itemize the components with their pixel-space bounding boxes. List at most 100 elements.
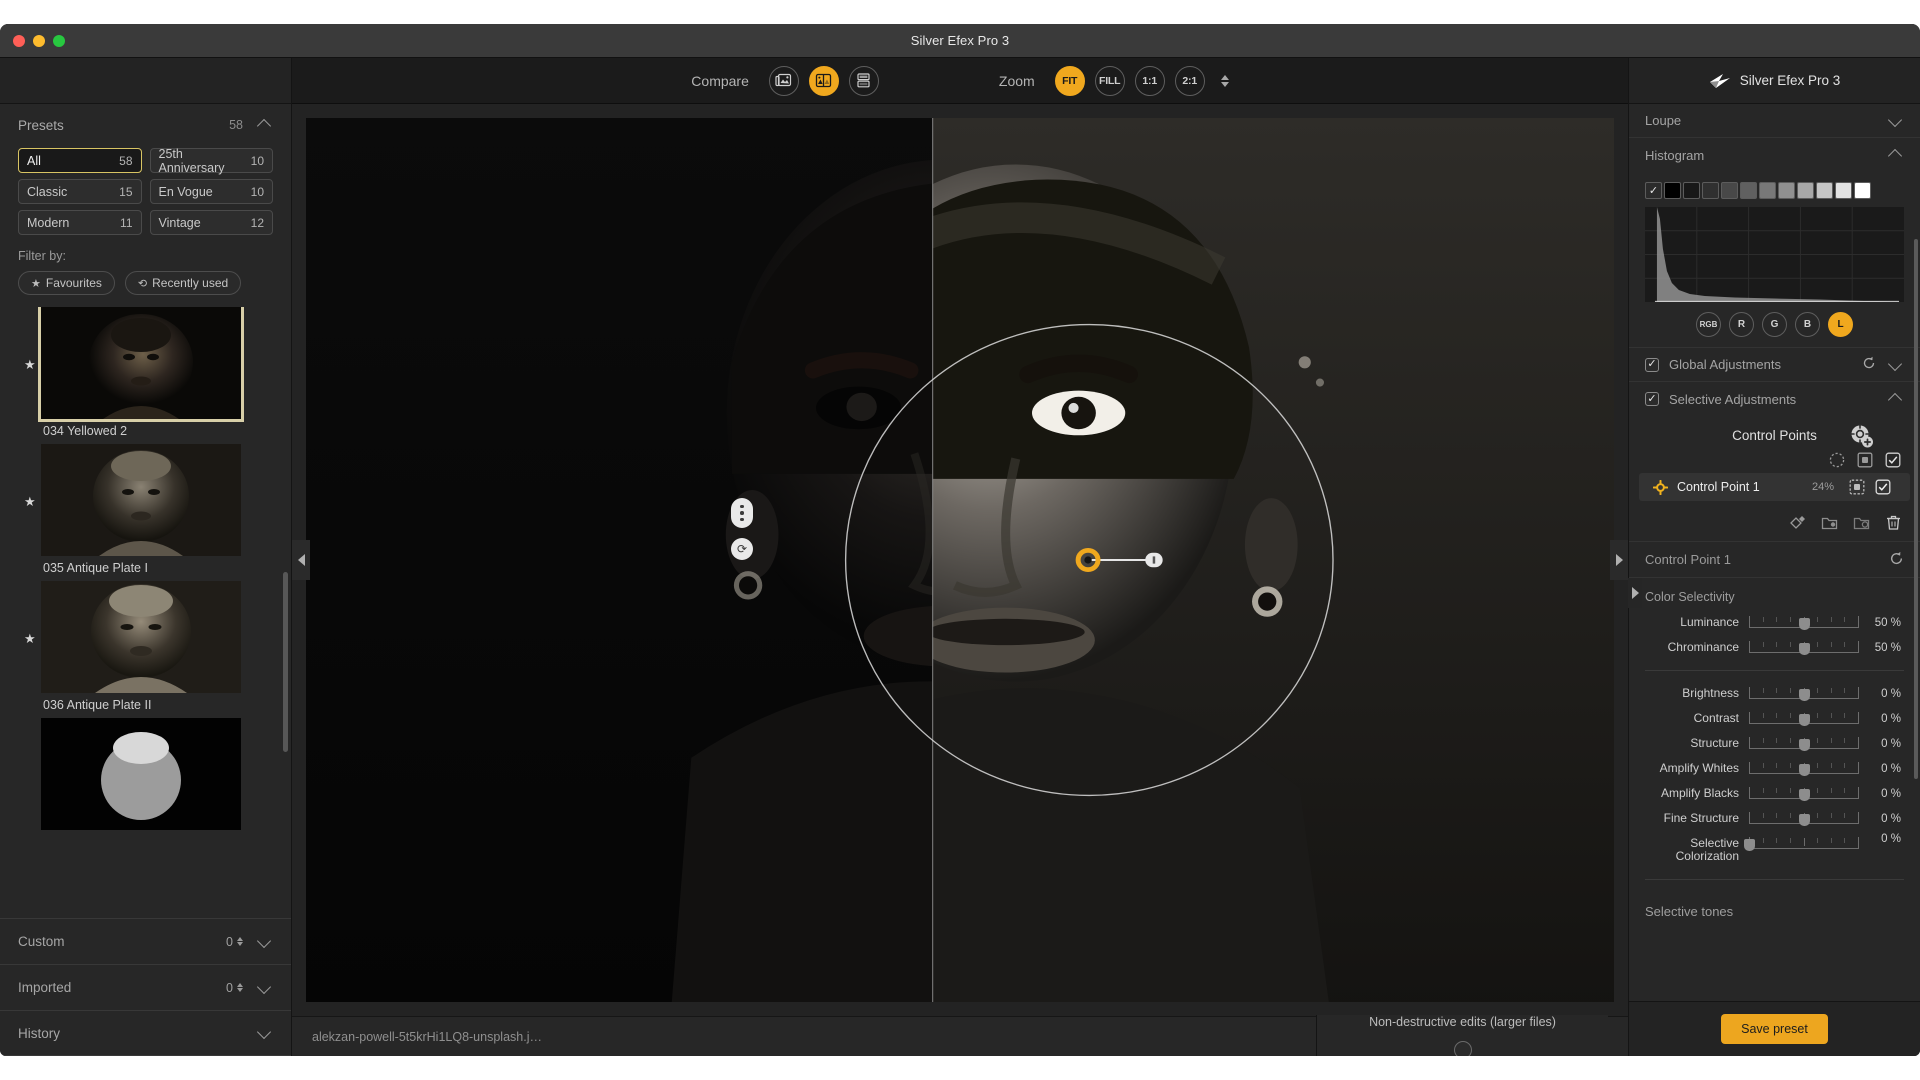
channel-r-button[interactable]: R <box>1729 312 1754 337</box>
image-preview[interactable]: ⟳ <box>306 118 1614 1002</box>
delete-icon[interactable] <box>1884 513 1902 531</box>
show-selection-icon[interactable] <box>1828 451 1846 469</box>
preset-list[interactable]: ★ 034 Yellowed 2 ★ 035 Antique Plate I ★… <box>0 307 291 918</box>
slider-brightness[interactable]: Brightness 0 % <box>1629 681 1920 706</box>
slider-amplify-blacks[interactable]: Amplify Blacks 0 % <box>1629 781 1920 806</box>
maximize-button[interactable] <box>53 34 65 47</box>
zone-swatch-9[interactable] <box>1835 182 1852 199</box>
category-modern[interactable]: Modern 11 <box>18 210 142 235</box>
collapse-right-panel-handle[interactable] <box>1610 540 1628 580</box>
right-panel-collapse-handle[interactable] <box>1628 578 1642 608</box>
slider-selective-colorization[interactable]: Selective Colorization 0 % <box>1629 831 1920 869</box>
favourite-star-icon[interactable]: ★ <box>24 631 36 647</box>
list-item[interactable] <box>0 718 291 841</box>
zoom-1to1-button[interactable]: 1:1 <box>1134 65 1165 96</box>
presets-header[interactable]: Presets 58 <box>0 104 291 146</box>
category-en-vogue[interactable]: En Vogue 10 <box>149 179 273 204</box>
category-25th-anniversary[interactable]: 25th Anniversary 10 <box>149 147 273 175</box>
table-row[interactable]: Control Point 1 24% <box>1639 473 1910 501</box>
favourite-star-icon[interactable]: ★ <box>24 494 36 510</box>
slider-knob[interactable] <box>1798 763 1810 776</box>
more-options-button[interactable] <box>731 498 753 528</box>
slider-knob[interactable] <box>1798 813 1810 826</box>
side-by-side-view-button[interactable] <box>848 65 879 96</box>
preset-thumbnail[interactable] <box>41 444 241 556</box>
channel-rgb-button[interactable]: RGB <box>1696 312 1721 337</box>
section-imported[interactable]: Imported 0 <box>0 964 291 1010</box>
slider-structure[interactable]: Structure 0 % <box>1629 731 1920 756</box>
zoom-fit-button[interactable]: FIT <box>1054 65 1085 96</box>
slider-track[interactable] <box>1749 761 1859 777</box>
category-classic[interactable]: Classic 15 <box>18 179 142 204</box>
control-point-overlay[interactable] <box>306 118 1614 1002</box>
slider-track[interactable] <box>1749 640 1859 656</box>
ungroup-icon[interactable] <box>1852 513 1870 531</box>
duplicate-icon[interactable] <box>1788 513 1806 531</box>
slider-track[interactable] <box>1749 736 1859 752</box>
preset-thumbnail[interactable] <box>41 581 241 693</box>
chevron-up-icon[interactable] <box>1888 391 1904 407</box>
zone-swatch-4[interactable] <box>1740 182 1757 199</box>
show-mask-icon[interactable] <box>1856 451 1874 469</box>
zoom-stepper-icon[interactable] <box>1220 74 1229 87</box>
section-global-adjustments[interactable]: ✓ Global Adjustments <box>1629 348 1920 382</box>
list-item[interactable]: ★ <box>0 444 291 581</box>
zone-swatch-10[interactable] <box>1854 182 1871 199</box>
chevron-down-icon[interactable] <box>257 1025 273 1041</box>
slider-knob[interactable] <box>1743 839 1755 851</box>
zoom-fill-button[interactable]: FILL <box>1094 65 1125 96</box>
zone-swatch-6[interactable] <box>1778 182 1795 199</box>
section-selective-tones[interactable]: Selective tones <box>1629 890 1920 929</box>
right-panel-scroll[interactable]: Loupe Histogram ✓ RGB R G B L ✓ Global A… <box>1629 104 1920 1001</box>
slider-track[interactable] <box>1749 711 1859 727</box>
channel-l-button[interactable]: L <box>1828 312 1853 337</box>
zone-swatch-8[interactable] <box>1816 182 1833 199</box>
save-preset-button[interactable]: Save preset <box>1721 1014 1828 1044</box>
slider-track[interactable] <box>1749 615 1859 631</box>
canvas-area[interactable]: ⟳ <box>292 104 1628 1016</box>
zone-swatch-2[interactable] <box>1702 182 1719 199</box>
zone-toggle-checkbox[interactable]: ✓ <box>1645 182 1662 199</box>
chevron-down-icon[interactable] <box>1888 113 1904 129</box>
zone-swatch-7[interactable] <box>1797 182 1814 199</box>
zone-swatch-0[interactable] <box>1664 182 1681 199</box>
group-icon[interactable] <box>1820 513 1838 531</box>
slider-track[interactable] <box>1749 811 1859 827</box>
control-point-enabled-checkbox[interactable] <box>1874 478 1892 496</box>
chevron-down-icon[interactable] <box>257 934 273 950</box>
enable-all-checkbox[interactable] <box>1884 451 1902 469</box>
favourite-star-icon[interactable]: ★ <box>24 357 36 373</box>
section-selective-adjustments[interactable]: ✓ Selective Adjustments <box>1629 382 1920 416</box>
single-view-button[interactable] <box>768 65 799 96</box>
global-adjustments-checkbox[interactable]: ✓ <box>1645 357 1659 372</box>
category-vintage[interactable]: Vintage 12 <box>149 210 273 235</box>
slider-knob[interactable] <box>1798 738 1810 751</box>
slider-knob[interactable] <box>1798 788 1810 801</box>
slider-amplify-whites[interactable]: Amplify Whites 0 % <box>1629 756 1920 781</box>
slider-knob[interactable] <box>1798 688 1810 701</box>
stepper-icon[interactable] <box>237 937 243 946</box>
slider-track[interactable] <box>1749 686 1859 702</box>
slider-track[interactable] <box>1743 836 1859 852</box>
slider-luminance[interactable]: Luminance 50 % <box>1629 610 1920 635</box>
slider-knob[interactable] <box>1798 713 1810 726</box>
close-button[interactable] <box>13 34 25 47</box>
slider-knob[interactable] <box>1798 642 1810 655</box>
collapse-left-panel-handle[interactable] <box>292 540 310 580</box>
nondestructive-toggle[interactable] <box>1453 1040 1472 1056</box>
chevron-down-icon[interactable] <box>257 980 273 996</box>
list-item[interactable]: ★ <box>0 307 291 444</box>
zone-swatch-1[interactable] <box>1683 182 1700 199</box>
section-history[interactable]: History <box>0 1010 291 1056</box>
chevron-up-icon[interactable] <box>257 117 273 133</box>
reset-icon[interactable] <box>1889 551 1904 569</box>
minimize-button[interactable] <box>33 34 45 47</box>
preset-thumbnail[interactable] <box>41 718 241 830</box>
reset-icon[interactable] <box>1862 356 1876 373</box>
category-all[interactable]: All 58 <box>18 148 142 173</box>
preset-list-scrollbar[interactable] <box>283 572 288 752</box>
selective-adjustments-checkbox[interactable]: ✓ <box>1645 392 1659 406</box>
histogram-graph[interactable] <box>1645 207 1904 302</box>
section-custom[interactable]: Custom 0 <box>0 918 291 964</box>
right-panel-scrollbar[interactable] <box>1914 239 1918 779</box>
